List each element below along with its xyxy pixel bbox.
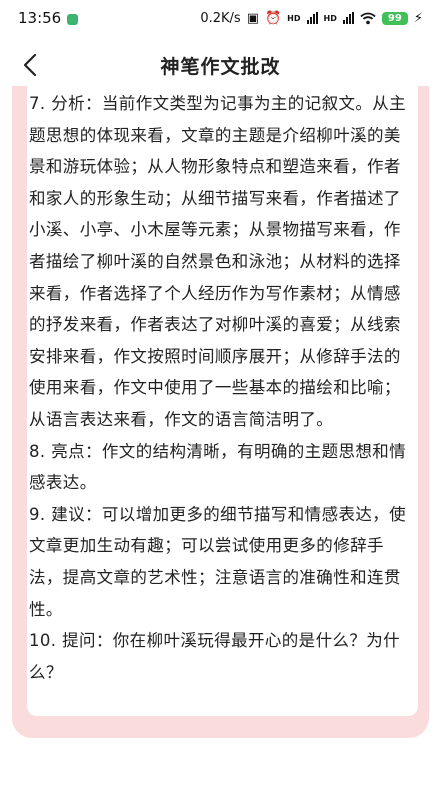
review-item-suggestion: 9. 建议：可以增加更多的细节描写和情感表达，使文章更加生动有趣；可以尝试使用更… [29, 504, 407, 619]
back-button[interactable] [10, 45, 50, 85]
charging-icon: ⚡ [413, 10, 423, 26]
review-card: 7. 分析：当前作文类型为记事为主的记叙文。从主题思想的体现来看，文章的主题是介… [27, 86, 418, 716]
alarm-icon: ⏰ [264, 10, 282, 26]
status-time: 13:56 [18, 9, 62, 27]
review-item-question: 10. 提问：你在柳叶溪玩得最开心的是什么？为什么？ [29, 631, 401, 682]
signal-icon-1 [306, 12, 318, 24]
status-right: 0.2K/s ▣ ⏰ HD HD 99 ⚡ [200, 11, 423, 26]
chevron-left-icon [23, 53, 37, 77]
status-left: 13:56 [18, 9, 79, 27]
app-notification-icon [67, 13, 79, 25]
hd-label-1: HD [287, 13, 301, 23]
hd-label-2: HD [323, 13, 337, 23]
wifi-icon [360, 12, 376, 24]
signal-icon-2 [342, 12, 354, 24]
battery-level: 99 [387, 12, 402, 24]
review-item-analysis: 7. 分析：当前作文类型为记事为主的记叙文。从主题思想的体现来看，文章的主题是介… [29, 94, 407, 429]
page-title: 神笔作文批改 [160, 55, 281, 78]
battery-icon: 99 [381, 11, 408, 25]
network-speed: 0.2K/s [200, 10, 241, 26]
review-item-highlight: 8. 亮点：作文的结构清晰，有明确的主题思想和情感表达。 [29, 441, 407, 493]
status-bar: 13:56 0.2K/s ▣ ⏰ HD HD 99 ⚡ [0, 0, 441, 36]
nfc-icon: ▣ [246, 10, 259, 26]
review-content: 7. 分析：当前作文类型为记事为主的记叙文。从主题思想的体现来看，文章的主题是介… [27, 86, 418, 688]
